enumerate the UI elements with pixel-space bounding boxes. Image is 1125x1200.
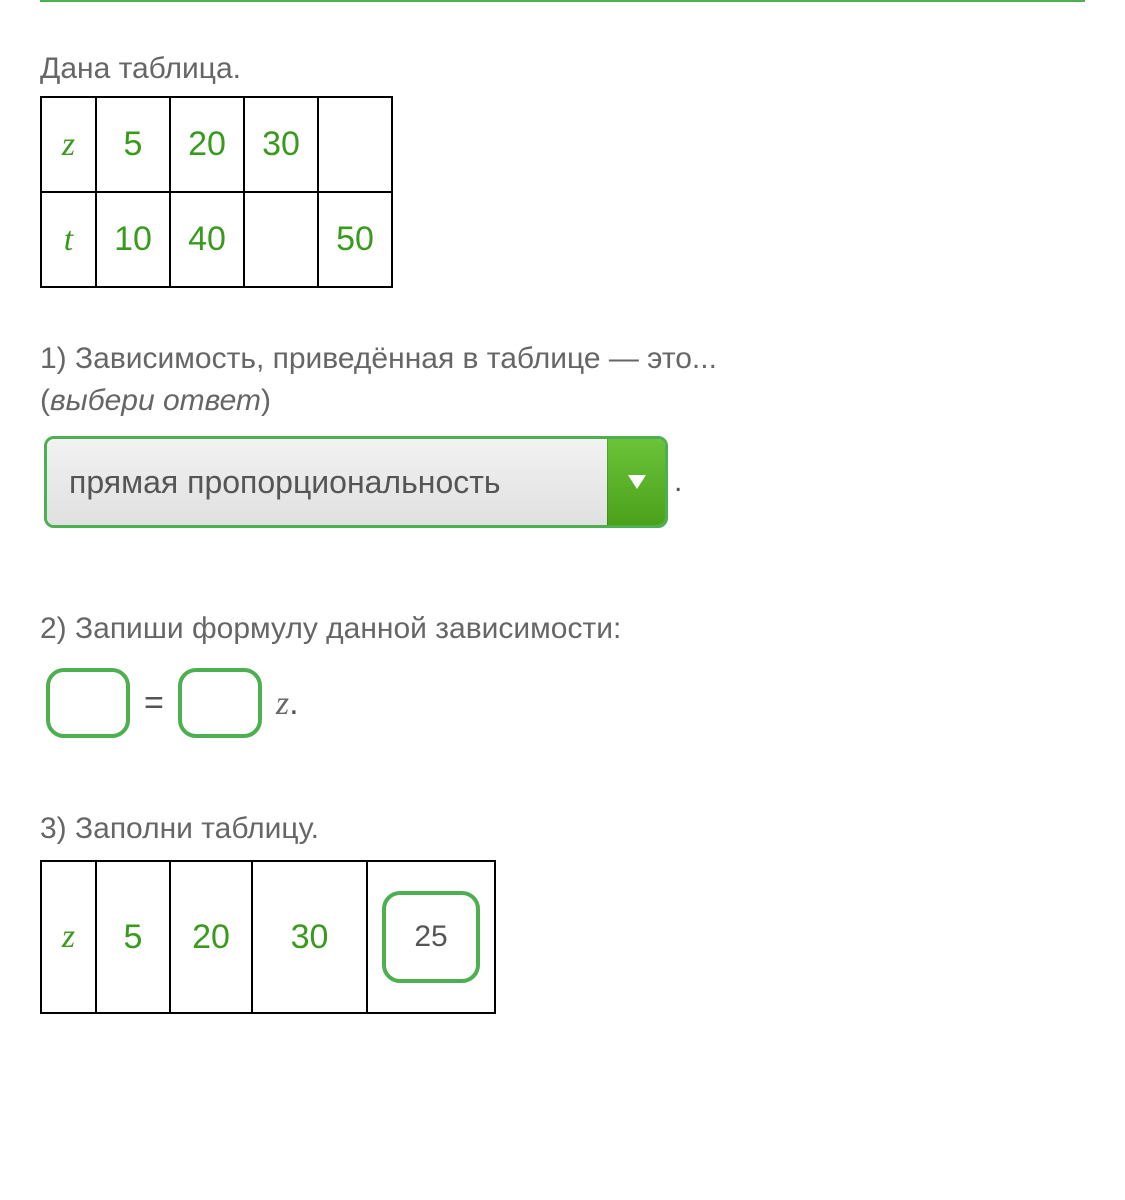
table-cell: 5 [96,861,170,1013]
row-label-z: z [41,97,96,192]
formula-right-input[interactable] [178,668,262,738]
var-z: z [276,685,289,722]
row-label-z: z [41,861,96,1013]
q2-formula: = z. [46,668,1085,738]
table-row: z 5 20 30 [41,97,392,192]
intro-text: Дана таблица. [40,52,1085,86]
table-cell: 30 [244,97,318,192]
chevron-down-icon [607,439,665,525]
fill-input[interactable] [382,891,480,983]
table-cell: 20 [170,97,244,192]
table-cell-empty [244,192,318,287]
q1-hint: (выбери ответ) [40,384,1085,418]
formula-left-input[interactable] [46,668,130,738]
table-cell-empty [318,97,392,192]
q1-text: 1) Зависимость, приведённая в таблице — … [40,338,1085,380]
divider-top [40,0,1085,2]
table-row: t 10 40 50 [41,192,392,287]
q2-period: . [289,684,298,722]
fill-table: z 5 20 30 [40,860,496,1014]
table-row: z 5 20 30 [41,861,495,1013]
q3-text: 3) Заполни таблицу. [40,808,1085,850]
table-cell: 10 [96,192,170,287]
q1-select-wrapper: прямая пропорциональность . [44,436,1085,528]
hint-italic: выбери ответ [50,384,261,417]
q1-select[interactable]: прямая пропорциональность [44,436,668,528]
table-cell: 30 [252,861,367,1013]
table-cell: 20 [170,861,252,1013]
q1-period: . [674,465,682,499]
equals-sign: = [144,684,164,723]
hint-open: ( [40,384,50,417]
given-table: z 5 20 30 t 10 40 50 [40,96,393,288]
table-cell: 5 [96,97,170,192]
hint-close: ) [261,384,271,417]
table-cell: 40 [170,192,244,287]
q2-text: 2) Запиши формулу данной зависимости: [40,608,1085,650]
table-cell-input [367,861,495,1013]
table-cell: 50 [318,192,392,287]
q1-select-label: прямая пропорциональность [47,439,607,525]
row-label-t: t [41,192,96,287]
formula-tail: z. [276,684,299,723]
